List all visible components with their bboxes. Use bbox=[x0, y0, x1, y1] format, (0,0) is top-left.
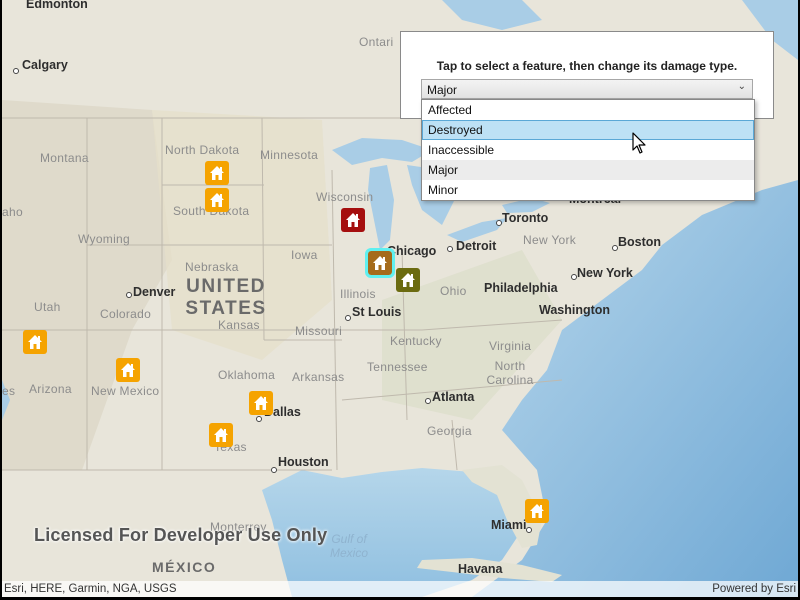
label-arkansas: Arkansas bbox=[292, 370, 345, 384]
label-united-states: UNITED STATES bbox=[185, 276, 267, 319]
developer-watermark: Licensed For Developer Use Only bbox=[34, 525, 328, 545]
dropdown-option-major[interactable]: Major bbox=[422, 160, 754, 180]
city-dot-houston bbox=[271, 467, 277, 473]
label-washington: Washington bbox=[539, 303, 611, 317]
label-chicago: Chicago bbox=[387, 244, 437, 258]
dropdown-option-inaccessible[interactable]: Inaccessible bbox=[422, 140, 754, 160]
damage-marker-fl[interactable] bbox=[525, 499, 549, 523]
house-icon bbox=[345, 212, 361, 228]
label-iowa: Iowa bbox=[291, 248, 318, 262]
label-edmonton: Edmonton bbox=[26, 0, 88, 11]
label-nebraska: Nebraska bbox=[185, 260, 239, 274]
label-missouri: Missouri bbox=[295, 324, 343, 338]
damage-type-combobox[interactable]: Major ⌄ bbox=[421, 79, 753, 99]
label-houston: Houston bbox=[278, 455, 329, 469]
damage-marker-nm[interactable] bbox=[116, 358, 140, 382]
label-minnesota: Minnesota bbox=[260, 148, 319, 162]
house-icon bbox=[213, 427, 229, 443]
damage-marker-ut[interactable] bbox=[23, 330, 47, 354]
city-dot-dallas bbox=[256, 416, 262, 422]
house-icon bbox=[253, 395, 269, 411]
city-dot-calgary bbox=[13, 68, 19, 74]
damage-marker-in[interactable] bbox=[396, 268, 420, 292]
label-st-louis: St Louis bbox=[352, 305, 402, 319]
label-georgia: Georgia bbox=[427, 424, 472, 438]
label-kansas: Kansas bbox=[218, 318, 260, 332]
label-oklahoma: Oklahoma bbox=[218, 368, 276, 382]
dropdown-option-affected[interactable]: Affected bbox=[422, 100, 754, 120]
map-app: Edmonton Calgary Ontari Montreal Toronto… bbox=[2, 0, 798, 597]
damage-marker-ok[interactable] bbox=[249, 391, 273, 415]
label-es: es bbox=[2, 384, 16, 398]
label-denver: Denver bbox=[133, 285, 176, 299]
attribution-bar: Esri, HERE, Garmin, NGA, USGS Powered by… bbox=[2, 581, 798, 597]
label-ontario: Ontari bbox=[359, 35, 394, 49]
label-colorado: Colorado bbox=[100, 307, 152, 321]
label-gulf-of-mexico: Gulf of Mexico bbox=[329, 532, 368, 560]
label-havana: Havana bbox=[458, 562, 503, 576]
damage-marker-nd-1[interactable] bbox=[205, 161, 229, 185]
damage-marker-il[interactable] bbox=[365, 248, 395, 278]
house-icon bbox=[209, 165, 225, 181]
label-detroit: Detroit bbox=[456, 239, 497, 253]
combobox-selected-value: Major bbox=[427, 83, 458, 97]
label-ohio: Ohio bbox=[440, 284, 467, 298]
instruction-text: Tap to select a feature, then change its… bbox=[436, 59, 738, 73]
dropdown-option-destroyed[interactable]: Destroyed bbox=[422, 120, 754, 140]
city-dot-st-louis bbox=[345, 315, 351, 321]
house-icon bbox=[529, 503, 545, 519]
label-toronto: Toronto bbox=[502, 211, 549, 225]
label-arizona: Arizona bbox=[29, 382, 72, 396]
label-boston: Boston bbox=[618, 235, 662, 249]
house-icon bbox=[27, 334, 43, 350]
label-wyoming: Wyoming bbox=[78, 232, 131, 246]
house-icon bbox=[400, 272, 416, 288]
house-icon bbox=[372, 255, 388, 271]
house-icon bbox=[209, 192, 225, 208]
label-wisconsin: Wisconsin bbox=[316, 190, 374, 204]
dropdown-option-minor[interactable]: Minor bbox=[422, 180, 754, 200]
house-icon bbox=[120, 362, 136, 378]
label-miami: Miami bbox=[491, 518, 527, 532]
city-dot-denver bbox=[126, 292, 132, 298]
damage-marker-wi[interactable] bbox=[341, 208, 365, 232]
label-philadelphia: Philadelphia bbox=[484, 281, 558, 295]
damage-marker-nd-2[interactable] bbox=[205, 188, 229, 212]
label-utah: Utah bbox=[34, 300, 61, 314]
damage-marker-tx[interactable] bbox=[209, 423, 233, 447]
attribution-text: Esri, HERE, Garmin, NGA, USGS bbox=[4, 583, 177, 595]
chevron-down-icon: ⌄ bbox=[737, 81, 746, 92]
powered-by-text[interactable]: Powered by Esri bbox=[712, 583, 796, 595]
label-mexico: MÉXICO bbox=[152, 559, 217, 575]
label-atlanta: Atlanta bbox=[432, 390, 475, 404]
label-virginia: Virginia bbox=[489, 339, 532, 353]
label-calgary: Calgary bbox=[22, 58, 68, 72]
label-north-carolina: North Carolina bbox=[486, 359, 534, 387]
label-kentucky: Kentucky bbox=[390, 334, 442, 348]
label-north-dakota: North Dakota bbox=[165, 143, 240, 157]
label-new-york-state: New York bbox=[523, 233, 577, 247]
label-idaho: aho bbox=[2, 205, 23, 219]
label-new-mexico: New Mexico bbox=[91, 384, 160, 398]
label-illinois: Illinois bbox=[340, 287, 376, 301]
city-dot-miami bbox=[526, 527, 532, 533]
damage-type-dropdown-list: Affected Destroyed Inaccessible Major Minor bbox=[421, 99, 755, 201]
city-dot-detroit bbox=[447, 246, 453, 252]
label-tennessee: Tennessee bbox=[367, 360, 428, 374]
label-new-york-city: New York bbox=[577, 266, 633, 280]
label-montana: Montana bbox=[40, 151, 89, 165]
city-dot-atlanta bbox=[425, 398, 431, 404]
mouse-pointer-icon bbox=[632, 132, 646, 154]
